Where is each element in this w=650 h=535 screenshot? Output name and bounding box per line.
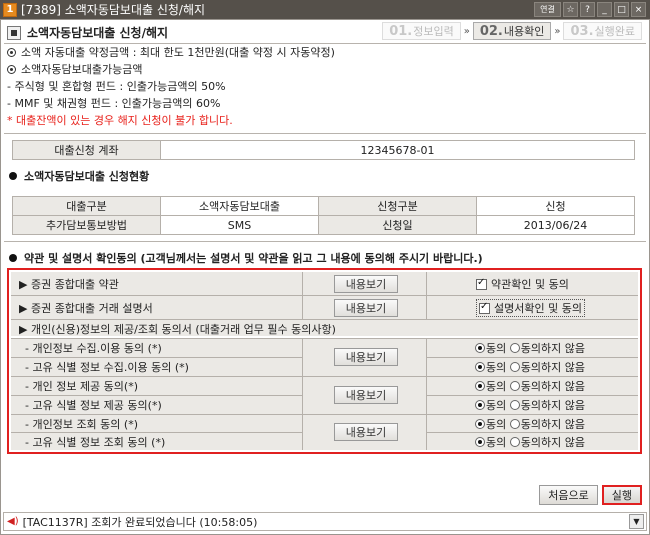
page-title-text: 소액자동담보대출 신청/해지 — [27, 26, 169, 40]
page-title: 소액자동담보대출 신청/해지 — [7, 24, 168, 41]
status-message: [TAC1137R] 조회가 완료되었습니다 (10:58:05) — [22, 515, 258, 529]
privacy-row: - 개인 정보 제공 동의(*) 동의 동의하지 않음 — [25, 380, 585, 393]
help-icon[interactable]: ? — [580, 2, 595, 17]
account-value: 12345678-01 — [160, 140, 635, 160]
disagree-radio[interactable]: 동의하지 않음 — [509, 342, 585, 355]
terms-row-explanation: ▶ 증권 종합대출 거래 설명서 내용보기 설명서확인 및 동의 — [11, 297, 638, 318]
step-arrow-icon: » — [554, 25, 561, 37]
close-icon[interactable]: × — [631, 2, 646, 17]
radio-selected-icon — [475, 436, 485, 447]
agree-radio[interactable]: 동의 — [475, 361, 506, 374]
divider — [4, 43, 646, 44]
status-table: 대출구분 소액자동담보대출 신청구분 신청 추가담보통보방법 SMS 신청일 2… — [12, 196, 635, 235]
info-line-1: 소액 자동대출 약정금액 : 최대 한도 1천만원(대출 약정 시 자동약정) — [7, 45, 335, 61]
privacy-row: - 고유 식별 정보 제공 동의(*) 동의 동의하지 않음 — [25, 399, 585, 412]
target-bullet-icon — [7, 48, 16, 57]
link-icon[interactable]: 연결 — [534, 2, 561, 17]
window-number-badge: 1 — [3, 2, 17, 17]
privacy-row: - 고유 식별 정보 수집.이용 동의 (*) 동의 동의하지 않음 — [25, 361, 585, 374]
step-2: 02. 내용확인 — [472, 22, 552, 40]
agree-radio[interactable]: 동의 — [475, 399, 506, 412]
disagree-radio[interactable]: 동의하지 않음 — [509, 418, 585, 431]
warning-text: * 대출잔액이 있는 경우 해지 신청이 불가 합니다. — [7, 114, 233, 127]
checkbox-checked-icon — [476, 277, 487, 290]
favorite-icon[interactable]: ☆ — [563, 2, 578, 17]
step-indicator: 01. 정보입력 » 02. 내용확인 » 03. 실행완료 — [382, 22, 642, 40]
radio-selected-icon — [475, 418, 485, 429]
bullet-icon — [9, 254, 17, 262]
info-line-4: - MMF 및 채권형 펀드 : 인출가능금액의 60% — [7, 97, 221, 110]
agree-radio[interactable]: 동의 — [475, 418, 506, 431]
agree-radio[interactable]: 동의 — [475, 342, 506, 355]
privacy-row: - 고유 식별 정보 조회 동의 (*) 동의 동의하지 않음 — [25, 435, 585, 449]
step-1: 01. 정보입력 — [382, 22, 461, 40]
terms-row-loan: ▶ 증권 종합대출 약관 내용보기 약관확인 및 동의 — [11, 273, 638, 294]
status-section-title: 소액자동담보대출 신청현황 — [9, 168, 149, 184]
terms-section-title: 약관 및 설명서 확인동의 (고객님께서는 설명서 및 약관을 읽고 그 내용에… — [9, 250, 483, 266]
agree-radio[interactable]: 동의 — [475, 380, 506, 393]
radio-empty-icon — [509, 418, 520, 429]
radio-empty-icon — [509, 343, 520, 353]
chevron-down-icon[interactable]: ▼ — [629, 514, 644, 529]
disagree-radio[interactable]: 동의하지 않음 — [509, 399, 585, 412]
agree-radio[interactable]: 동의 — [475, 436, 506, 449]
info-line-3: - 주식형 및 혼합형 펀드 : 인출가능금액의 50% — [7, 80, 226, 93]
view-explanation-button[interactable]: 내용보기 — [334, 298, 398, 317]
view-terms-button[interactable]: 내용보기 — [334, 274, 398, 293]
reset-button[interactable]: 처음으로 — [539, 485, 598, 505]
table-row: 대출구분 소액자동담보대출 신청구분 신청 — [12, 196, 635, 216]
disagree-radio[interactable]: 동의하지 않음 — [509, 361, 585, 374]
checkbox-checked-icon — [479, 301, 490, 314]
privacy-row: - 개인정보 조회 동의 (*) 동의 동의하지 않음 — [25, 417, 585, 431]
account-table: 대출신청 계좌 12345678-01 — [12, 140, 635, 160]
explanation-agree-checkbox[interactable]: 설명서확인 및 동의 — [476, 298, 585, 317]
window-title: [7389] 소액자동담보대출 신청/해지 — [21, 3, 206, 17]
target-bullet-icon — [7, 65, 16, 74]
radio-empty-icon — [509, 400, 520, 410]
radio-empty-icon — [509, 381, 520, 391]
terms-box: ▶ 증권 종합대출 약관 내용보기 약관확인 및 동의 ▶ 증권 종합대출 거래… — [7, 268, 642, 454]
maximize-icon[interactable]: □ — [614, 2, 629, 17]
disagree-radio[interactable]: 동의하지 않음 — [509, 436, 585, 449]
info-line-2: 소액자동담보대출가능금액 — [7, 62, 142, 78]
radio-selected-icon — [475, 400, 485, 410]
divider — [4, 241, 646, 242]
terms-agree-checkbox[interactable]: 약관확인 및 동의 — [476, 276, 569, 292]
divider — [4, 133, 646, 134]
radio-selected-icon — [475, 343, 485, 353]
execute-button[interactable]: 실행 — [601, 485, 642, 505]
view-collection-consent-button[interactable]: 내용보기 — [334, 348, 398, 366]
step-arrow-icon: » — [463, 25, 470, 37]
minimize-icon[interactable]: _ — [597, 2, 612, 17]
bullet-icon — [9, 172, 17, 180]
radio-empty-icon — [509, 362, 520, 372]
radio-selected-icon — [475, 362, 485, 372]
view-provision-consent-button[interactable]: 내용보기 — [334, 386, 398, 404]
speaker-icon: ◀) — [7, 516, 19, 527]
table-row: 추가담보통보방법 SMS 신청일 2013/06/24 — [12, 215, 635, 235]
status-bar: ◀) [TAC1137R] 조회가 완료되었습니다 (10:58:05) ▼ — [3, 512, 647, 531]
title-bar: 1 [7389] 소액자동담보대출 신청/해지 연결 ☆ ? _ □ × — [0, 0, 650, 19]
action-buttons: 처음으로 실행 — [539, 485, 642, 505]
radio-selected-icon — [475, 381, 485, 391]
radio-empty-icon — [509, 436, 520, 447]
title-bullet-icon — [7, 25, 21, 40]
privacy-row: - 개인정보 수집.이용 동의 (*) 동의 동의하지 않음 — [25, 342, 585, 355]
privacy-header: ▶ 개인(신용)정보의 제공/조회 동의서 (대출거래 업무 필수 동의사항) — [19, 323, 336, 336]
disagree-radio[interactable]: 동의하지 않음 — [509, 380, 585, 393]
view-inquiry-consent-button[interactable]: 내용보기 — [334, 423, 398, 441]
step-3: 03. 실행완료 — [563, 22, 642, 40]
account-label: 대출신청 계좌 — [12, 140, 161, 160]
